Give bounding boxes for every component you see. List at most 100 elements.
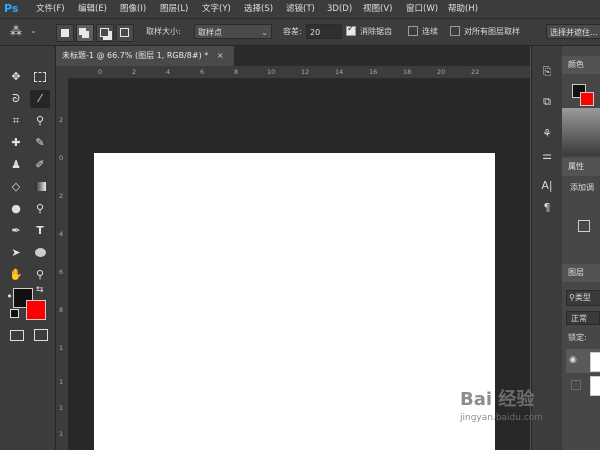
menu-edit[interactable]: 编辑(E)	[78, 0, 107, 18]
contiguous-label: 连续	[422, 27, 438, 36]
visibility-eye-icon[interactable]: ◉	[569, 355, 577, 365]
ruler-tick-label: 12	[301, 68, 310, 76]
adjustment-sliders-icon[interactable]: ⚌	[539, 148, 555, 164]
history-brush-tool-icon[interactable]: ✐	[30, 156, 50, 174]
pen-tool-icon[interactable]: ✒	[6, 222, 26, 240]
horizontal-ruler: 0 2 4 6 8 10 12 14 16 18 20 22	[56, 66, 530, 79]
screen-mode-icon[interactable]	[34, 329, 48, 341]
select-and-mask-button[interactable]: 选择并遮住...	[546, 24, 600, 39]
character-panel-icon[interactable]: A|	[539, 178, 555, 194]
zoom-tool-icon[interactable]: ⚲	[30, 266, 50, 284]
lasso-tool-icon[interactable]: ᘐ	[6, 90, 26, 108]
gradient-tool-icon[interactable]	[30, 178, 50, 196]
menu-image[interactable]: 图像(I)	[120, 0, 146, 18]
clone-stamp-tool-icon[interactable]: ♟	[6, 156, 26, 174]
intersect-selection-button[interactable]	[116, 24, 134, 42]
menu-bar: Ps 文件(F) 编辑(E) 图像(I) 图层(L) 文字(Y) 选择(S) 滤…	[0, 0, 600, 19]
all-layers-label: 对所有图层取样	[464, 27, 520, 36]
ruler-tick-label: 16	[369, 68, 378, 76]
visibility-toggle-icon[interactable]	[571, 380, 581, 390]
ruler-tick-label: 4	[166, 68, 171, 76]
menu-window[interactable]: 窗口(W)	[406, 0, 438, 18]
paragraph-panel-icon[interactable]: ¶	[539, 200, 555, 216]
menu-3d[interactable]: 3D(D)	[327, 0, 352, 18]
magic-wand-tool-preset-icon[interactable]: ⁂	[10, 24, 22, 38]
menu-layer[interactable]: 图层(L)	[160, 0, 188, 18]
blur-tool-icon[interactable]: ●	[6, 200, 26, 218]
eraser-tool-icon[interactable]: ◇	[6, 178, 26, 196]
sample-size-select[interactable]: 取样点 ⌄	[194, 24, 272, 39]
ellipse-tool-icon[interactable]	[30, 244, 50, 262]
color-panel-background-swatch[interactable]	[580, 92, 594, 106]
layer-kind-filter[interactable]: ⚲类型	[566, 290, 600, 306]
document-canvas[interactable]	[94, 153, 495, 450]
add-to-selection-button[interactable]	[76, 24, 94, 42]
healing-brush-tool-icon[interactable]: ✚	[6, 134, 26, 152]
blend-mode-select[interactable]: 正常	[566, 311, 600, 325]
quick-mask-icon[interactable]	[10, 330, 24, 341]
brush-tool-icon[interactable]: ✎	[30, 134, 50, 152]
watermark-url: jingyan.baidu.com	[460, 413, 544, 423]
intersect-selection-icon	[120, 28, 129, 37]
menu-type[interactable]: 文字(Y)	[202, 0, 231, 18]
swap-colors-icon[interactable]: ⇆	[36, 285, 44, 295]
ruler-tick-label: 8	[234, 68, 239, 76]
ruler-tick-label: 1	[59, 344, 64, 352]
magic-wand-tool-icon[interactable]: ⁄	[30, 90, 50, 108]
dodge-tool-icon[interactable]: ⚲	[30, 200, 50, 218]
tab-properties[interactable]: 属性	[562, 158, 600, 176]
layer-row[interactable]	[566, 374, 600, 396]
antialias-checkbox[interactable]	[346, 24, 356, 36]
document-tab[interactable]: 未标题-1 @ 66.7% (图层 1, RGB/8#) * ×	[56, 46, 234, 66]
tolerance-label: 容差:	[283, 27, 302, 36]
preset-chevron-icon[interactable]: ⌄	[30, 26, 37, 35]
panel-grid-icon[interactable]	[578, 220, 590, 232]
layer-kind-label: 类型	[574, 293, 591, 302]
close-tab-icon[interactable]: ×	[217, 51, 224, 60]
ruler-tick-label: 8	[59, 306, 64, 314]
crop-tool-icon[interactable]: ⌗	[6, 112, 26, 130]
hand-tool-icon[interactable]: ✋	[6, 266, 26, 284]
tolerance-input[interactable]: 20	[306, 24, 342, 39]
search-icon: ⚲	[569, 293, 575, 302]
app-logo: Ps	[4, 2, 19, 15]
layer-row[interactable]: ◉	[566, 349, 600, 373]
ruler-tick-label: 1	[59, 378, 64, 386]
tab-layers[interactable]: 图层	[562, 264, 600, 282]
tab-color[interactable]: 颜色	[562, 56, 600, 74]
vertical-ruler: 2 0 2 4 6 8 1 1 1 1	[56, 78, 69, 450]
default-colors-icon[interactable]	[10, 309, 19, 318]
brush-settings-panel-icon[interactable]: ⚘	[539, 126, 555, 142]
ruler-tick-label: 10	[267, 68, 276, 76]
sample-size-value: 取样点	[198, 28, 222, 37]
antialias-label: 消除锯齿	[360, 27, 392, 36]
ruler-tick-label: 2	[59, 192, 64, 200]
move-tool-icon[interactable]: ✥	[6, 68, 26, 86]
background-color-swatch[interactable]	[26, 300, 46, 320]
menu-help[interactable]: 帮助(H)	[448, 0, 478, 18]
menu-view[interactable]: 视图(V)	[363, 0, 392, 18]
all-layers-checkbox[interactable]	[450, 26, 460, 36]
menu-select[interactable]: 选择(S)	[244, 0, 273, 18]
path-selection-tool-icon[interactable]: ➤	[6, 244, 26, 262]
navigator-panel-icon[interactable]: ⧉	[539, 94, 555, 110]
history-panel-icon[interactable]: ⎘	[539, 64, 555, 80]
add-selection-icon	[79, 28, 86, 35]
marquee-tool-icon[interactable]	[30, 68, 50, 86]
ruler-tick-label: 6	[59, 268, 64, 276]
adjustments-text: 添加调	[570, 183, 594, 192]
color-spectrum[interactable]	[562, 108, 600, 156]
ruler-tick-label: 22	[471, 68, 480, 76]
menu-file[interactable]: 文件(F)	[36, 0, 65, 18]
ruler-tick-label: 1	[59, 430, 64, 438]
subtract-selection-button[interactable]	[96, 24, 114, 42]
ruler-tick-label: 20	[437, 68, 446, 76]
type-tool-icon[interactable]: T	[30, 222, 50, 240]
layer-thumbnail	[590, 376, 600, 396]
menu-filter[interactable]: 滤镜(T)	[286, 0, 315, 18]
ruler-tick-label: 0	[98, 68, 103, 76]
ruler-tick-label: 6	[200, 68, 205, 76]
contiguous-checkbox[interactable]	[408, 26, 418, 36]
new-selection-button[interactable]	[56, 24, 74, 42]
eyedropper-tool-icon[interactable]: ⚲	[30, 112, 50, 130]
